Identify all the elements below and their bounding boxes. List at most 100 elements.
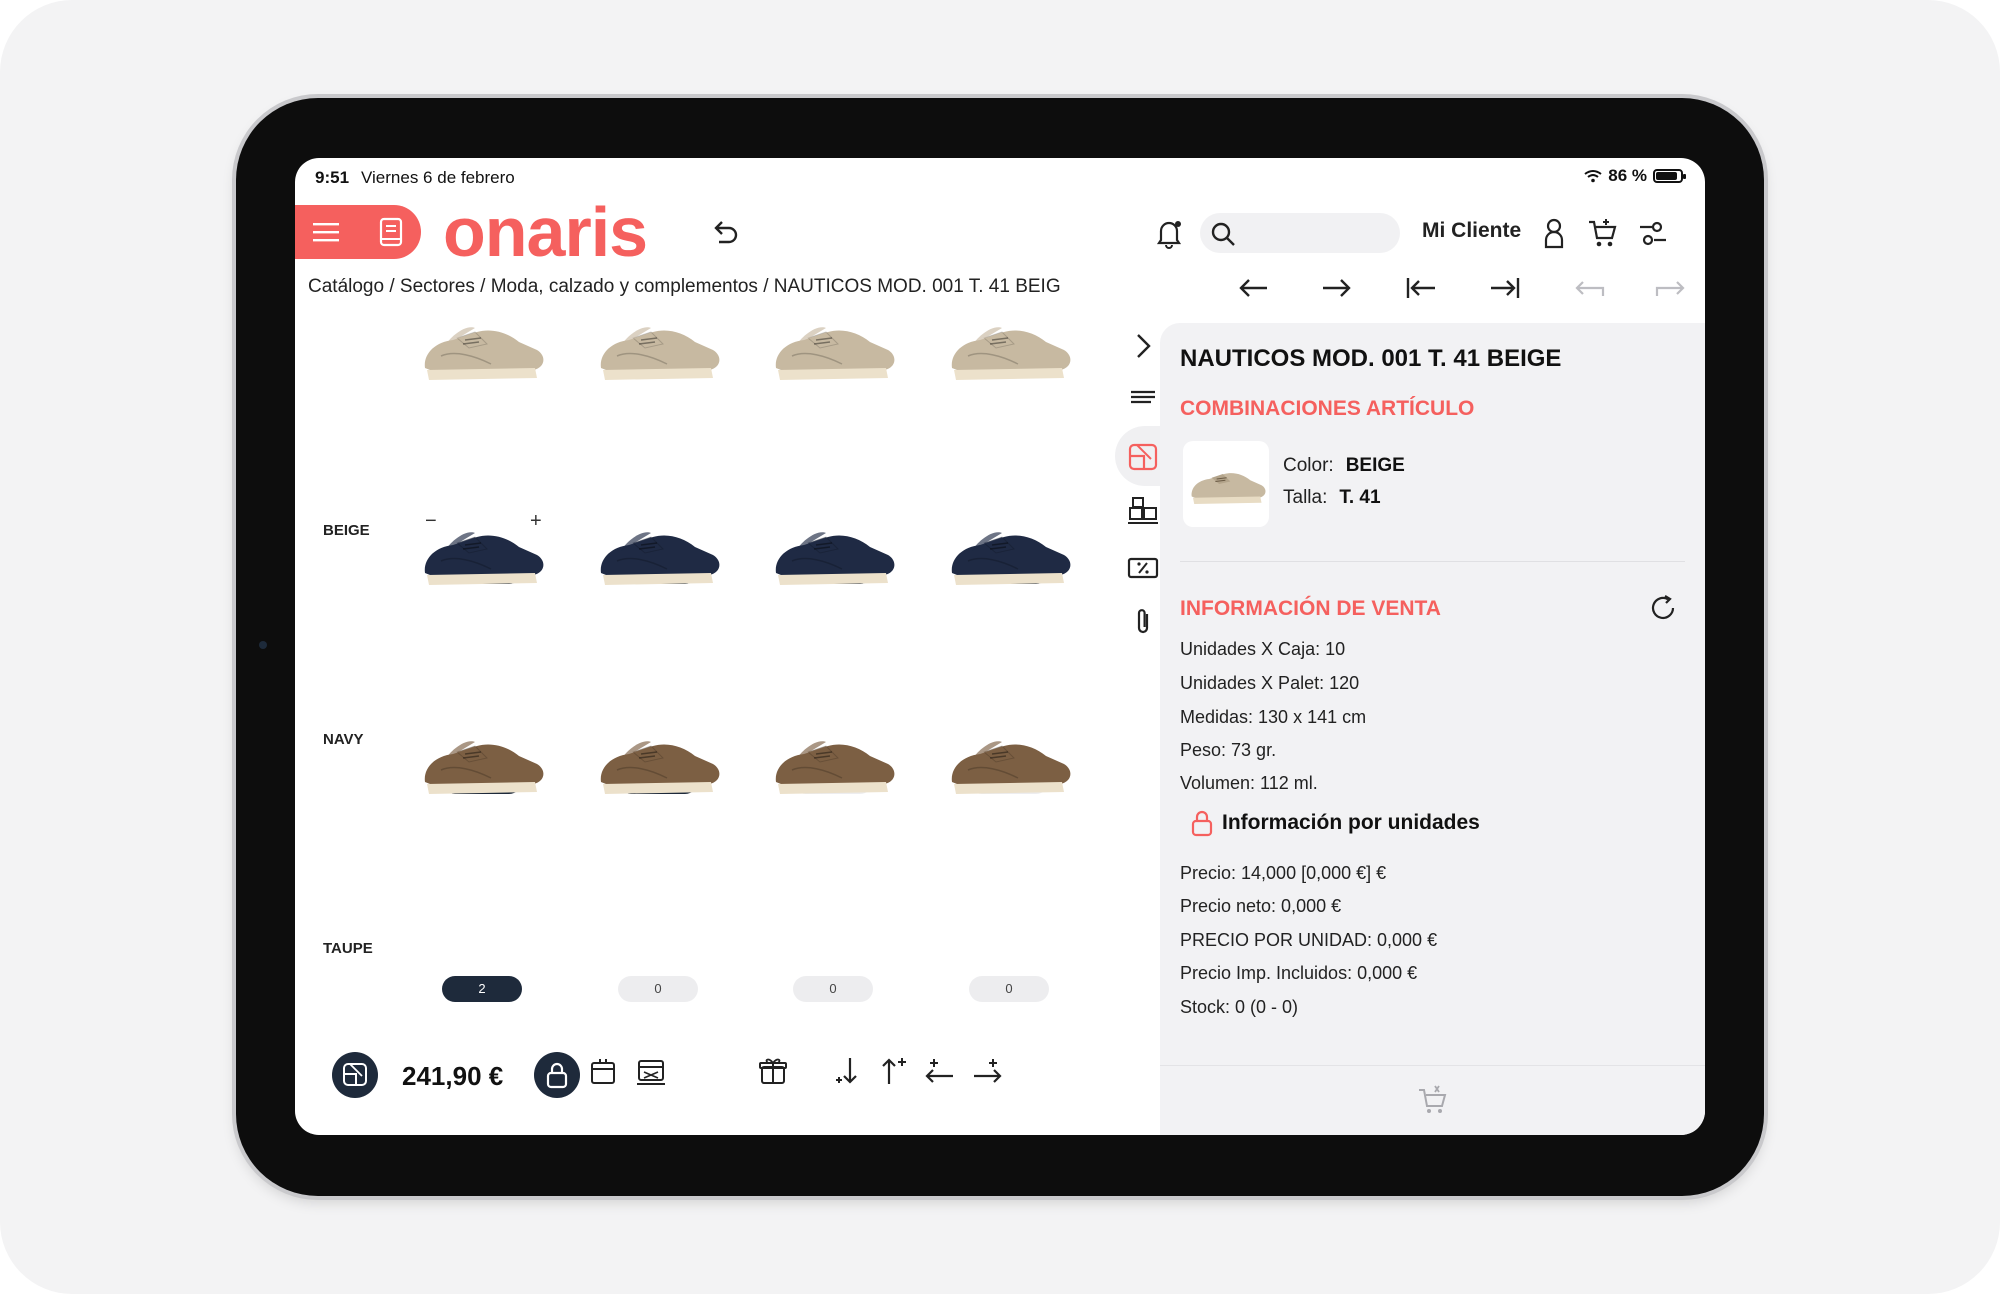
boxes-icon[interactable] xyxy=(1125,494,1161,530)
combinations-icon[interactable] xyxy=(1125,439,1161,475)
breadcrumb-separator: / xyxy=(384,276,400,297)
combination-size: Talla: T. 41 xyxy=(1283,487,1381,509)
hamburger-menu-icon[interactable] xyxy=(313,220,339,244)
shoe-image[interactable] xyxy=(766,503,904,603)
size-label: Talla: xyxy=(1283,487,1328,508)
row-label-navy: NAVY xyxy=(323,731,364,748)
client-selector[interactable]: Mi Cliente xyxy=(1422,219,1521,243)
search-icon xyxy=(1211,222,1235,246)
add-to-cart-icon[interactable] xyxy=(1416,1082,1450,1116)
quantity-field[interactable]: 2 xyxy=(442,976,522,1002)
box-icon[interactable] xyxy=(586,1054,620,1088)
quantity-field[interactable]: 0 xyxy=(618,976,698,1002)
shoe-image-graphic xyxy=(424,741,544,794)
shoe-image-graphic xyxy=(424,327,544,380)
description-lines-icon[interactable] xyxy=(1125,380,1161,416)
panel-divider xyxy=(1180,561,1685,562)
move-right-icon[interactable] xyxy=(970,1054,1004,1088)
product-detail-panel: NAUTICOS MOD. 001 T. 41 BEIGE COMBINACIO… xyxy=(1160,323,1705,1135)
panel-footer xyxy=(1160,1065,1705,1135)
stock: Stock: 0 (0 - 0) xyxy=(1180,997,1299,1017)
notification-bell-icon[interactable] xyxy=(1152,216,1186,250)
status-date: Viernes 6 de febrero xyxy=(361,168,515,187)
gift-icon[interactable] xyxy=(756,1054,790,1088)
camera xyxy=(259,641,267,649)
shoe-image-graphic xyxy=(600,741,720,794)
breadcrumb-current: NAUTICOS MOD. 001 T. 41 BEIG xyxy=(773,276,1061,297)
row-label-beige: BEIGE xyxy=(323,522,370,539)
units-info-toggle[interactable]: Información por unidades xyxy=(1190,809,1480,837)
quantity-field[interactable]: 0 xyxy=(969,976,1049,1002)
shoe-image[interactable] xyxy=(591,298,729,398)
color-value: BEIGE xyxy=(1345,455,1405,476)
combinations-heading: COMBINACIONES ARTÍCULO xyxy=(1180,397,1475,420)
breadcrumb: Catálogo / Sectores / Moda, calzado y co… xyxy=(308,276,1061,298)
shoe-image[interactable] xyxy=(942,712,1080,812)
catalog-book-icon[interactable] xyxy=(379,217,403,247)
next-arrow-icon[interactable] xyxy=(1315,270,1359,306)
last-record-icon[interactable] xyxy=(1483,270,1527,306)
size-value: T. 41 xyxy=(1339,487,1381,508)
shoe-image-graphic xyxy=(951,741,1071,794)
search-bar[interactable] xyxy=(1200,213,1400,253)
attachment-clip-icon[interactable] xyxy=(1125,604,1161,640)
status-time: 9:51 xyxy=(315,168,350,187)
previous-arrow-icon[interactable] xyxy=(1231,270,1275,306)
app-screen: 9:51 Viernes 6 de febrero 86 % onaris Mi… xyxy=(295,158,1705,1135)
battery-fill xyxy=(1656,172,1677,180)
lock-button[interactable] xyxy=(534,1052,580,1098)
shoe-image[interactable] xyxy=(415,298,553,398)
info-units-pallet: Unidades X Palet: 120 xyxy=(1180,673,1360,693)
breadcrumb-catalog[interactable]: Catálogo xyxy=(308,276,384,297)
wifi-icon xyxy=(1584,170,1602,183)
shoe-image-graphic xyxy=(951,532,1071,585)
chevron-right-icon[interactable] xyxy=(1125,328,1161,364)
combinations-icon xyxy=(343,1063,367,1086)
discount-ticket-icon[interactable] xyxy=(1125,550,1161,586)
undo-icon[interactable] xyxy=(709,216,741,248)
breadcrumb-fashion[interactable]: Moda, calzado y complementos xyxy=(491,276,758,297)
move-left-icon[interactable] xyxy=(923,1054,957,1088)
status-right: 86 % xyxy=(1584,166,1686,186)
shoe-image[interactable] xyxy=(591,712,729,812)
info-weight: Peso: 73 gr. xyxy=(1180,740,1277,760)
forward-history-icon[interactable] xyxy=(1649,270,1693,306)
price-tax-included: Precio Imp. Incluidos: 0,000 € xyxy=(1180,963,1418,983)
product-thumbnail[interactable] xyxy=(1183,441,1269,527)
shoe-image[interactable] xyxy=(591,503,729,603)
breadcrumb-sectors[interactable]: Sectores xyxy=(400,276,475,297)
shoe-image-graphic xyxy=(600,532,720,585)
shoe-image-graphic xyxy=(775,327,895,380)
settings-sliders-icon[interactable] xyxy=(1636,216,1670,250)
lock-icon xyxy=(1191,810,1213,837)
quantity-field[interactable]: 0 xyxy=(793,976,873,1002)
decrement-button[interactable]: − xyxy=(425,510,437,533)
combination-color: Color: BEIGE xyxy=(1283,455,1405,477)
refresh-icon[interactable] xyxy=(1648,593,1678,623)
battery-percent: 86 % xyxy=(1608,166,1647,185)
product-title: NAUTICOS MOD. 001 T. 41 BEIGE xyxy=(1180,345,1562,372)
shoe-thumbnail-image xyxy=(1191,473,1266,504)
shoe-image[interactable] xyxy=(942,298,1080,398)
back-history-icon[interactable] xyxy=(1567,270,1611,306)
shoe-image[interactable] xyxy=(942,503,1080,603)
search-input[interactable] xyxy=(1246,213,1394,253)
increment-button[interactable]: + xyxy=(530,510,542,533)
shoe-image[interactable] xyxy=(415,712,553,812)
info-measures: Medidas: 130 x 141 cm xyxy=(1180,707,1367,727)
shoe-image[interactable] xyxy=(766,712,904,812)
breadcrumb-separator: / xyxy=(474,276,491,297)
battery-icon xyxy=(1653,169,1686,183)
shoe-image[interactable] xyxy=(766,298,904,398)
user-icon[interactable] xyxy=(1537,216,1571,250)
row-label-taupe: TAUPE xyxy=(323,940,373,957)
first-record-icon[interactable] xyxy=(1399,270,1443,306)
cart-icon[interactable] xyxy=(1586,216,1620,250)
pallet-icon[interactable] xyxy=(634,1054,668,1088)
shoe-image-graphic xyxy=(775,532,895,585)
sort-up-icon[interactable] xyxy=(877,1054,911,1088)
sort-down-icon[interactable] xyxy=(830,1054,864,1088)
lock-icon xyxy=(546,1062,568,1089)
order-total: 241,90 € xyxy=(402,1061,504,1091)
combinations-summary-button[interactable] xyxy=(332,1052,378,1098)
